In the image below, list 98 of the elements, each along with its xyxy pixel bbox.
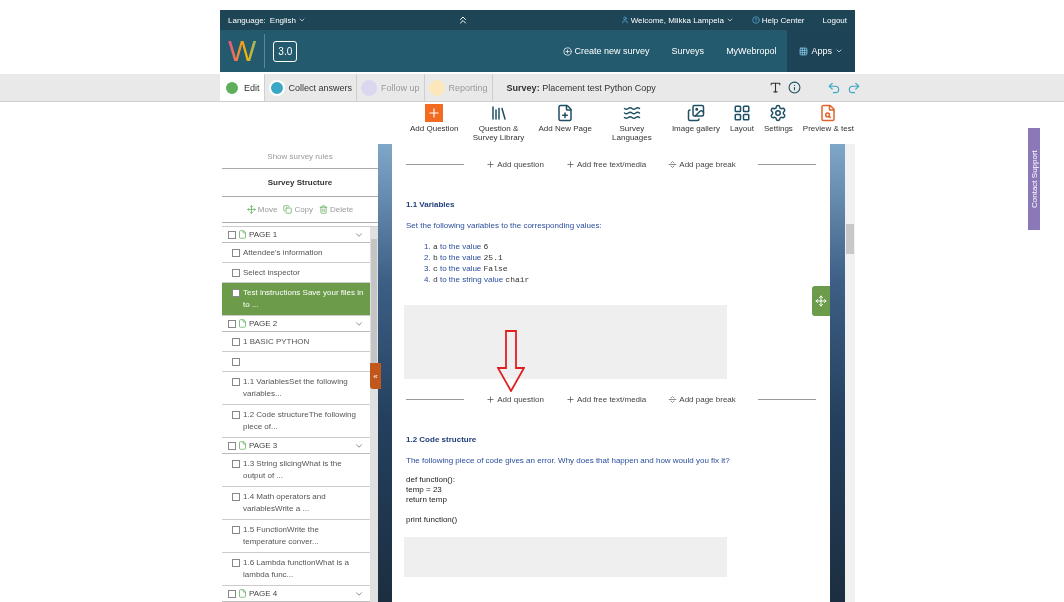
- page-break-icon: [668, 159, 678, 169]
- move-icon: [246, 205, 256, 214]
- page-icon: [238, 441, 247, 450]
- code-line: print function(): [406, 515, 459, 525]
- plus-icon: [565, 159, 575, 169]
- checkbox[interactable]: [232, 338, 240, 346]
- page-label: PAGE 1: [249, 230, 278, 239]
- move-handle[interactable]: [812, 286, 830, 316]
- copy-icon: [283, 205, 293, 214]
- mode-tab[interactable]: Collect answers: [264, 74, 358, 101]
- checkbox[interactable]: [228, 441, 236, 450]
- code-line: temp = 23: [406, 485, 443, 495]
- language-label: Language:: [228, 15, 266, 25]
- scrollbar[interactable]: [370, 227, 378, 602]
- checkbox[interactable]: [232, 411, 240, 419]
- checkbox[interactable]: [232, 559, 240, 567]
- checkbox[interactable]: [228, 589, 236, 598]
- checkbox[interactable]: [232, 289, 240, 297]
- toolbar-button[interactable]: Preview & test: [802, 104, 854, 133]
- survey-name: Survey: Placement test Python Copy: [506, 82, 656, 93]
- create-survey-link[interactable]: Create new survey: [551, 30, 661, 72]
- checkbox[interactable]: [232, 460, 240, 468]
- scrollbar[interactable]: [845, 144, 855, 602]
- page-label: PAGE 2: [249, 319, 278, 328]
- settings-icon: [769, 104, 788, 122]
- question-title: 1.1 Variables: [406, 200, 456, 209]
- help-icon: [751, 16, 760, 24]
- add-icon: [425, 104, 444, 122]
- caret-icon: [725, 16, 734, 24]
- list-item: 1. a to the value 6: [424, 242, 490, 252]
- books-icon: [489, 104, 508, 122]
- add-link[interactable]: Add question: [486, 394, 544, 404]
- checkbox[interactable]: [228, 230, 236, 239]
- toolbar-button[interactable]: Add New Page: [538, 104, 592, 133]
- page-icon: [238, 319, 247, 328]
- page-row[interactable]: PAGE 4: [222, 586, 370, 602]
- page-plus-icon: [556, 104, 575, 122]
- question-text: Set the following variables to the corresponding values:: [406, 221, 603, 230]
- trash-icon: [319, 205, 329, 214]
- undo-icon[interactable]: [827, 80, 841, 95]
- plus-icon: [486, 159, 496, 169]
- language-dropdown[interactable]: English: [269, 15, 307, 25]
- mode-tab[interactable]: Edit: [220, 74, 265, 101]
- toolbar-button[interactable]: Image gallery: [671, 104, 720, 133]
- toolbar-button[interactable]: Survey Languages: [601, 104, 662, 142]
- contact-support-tab[interactable]: Contact Support: [1028, 128, 1040, 230]
- question-title: 1.2 Code structure: [406, 435, 478, 444]
- page-icon: [238, 589, 247, 598]
- checkbox[interactable]: [232, 493, 240, 501]
- preview-icon: [819, 104, 838, 122]
- user-menu[interactable]: Welcome, Miikka Lampela: [620, 15, 734, 25]
- add-page-break-link[interactable]: Add page break: [668, 159, 736, 169]
- help-link[interactable]: Help Center: [751, 15, 805, 25]
- move-icon: [815, 295, 827, 307]
- toolbar-button[interactable]: Question & Survey Library: [468, 104, 529, 142]
- code-line: def function():: [406, 475, 456, 485]
- page-icon: [238, 230, 247, 239]
- down-arrow: [497, 330, 525, 392]
- toolbar-button[interactable]: Settings: [763, 104, 793, 133]
- list-item: 2. b to the value 25.1: [424, 253, 504, 263]
- page-label: PAGE 3: [249, 441, 278, 450]
- waves-icon: [622, 104, 641, 122]
- page-break-icon: [668, 394, 678, 404]
- redo-icon[interactable]: [847, 80, 861, 95]
- list-item: 3. c to the value False: [424, 264, 509, 274]
- version-badge: 3.0: [273, 40, 298, 62]
- checkbox[interactable]: [232, 526, 240, 534]
- plus-circle-icon: [562, 46, 572, 56]
- add-link[interactable]: Add question: [486, 159, 544, 169]
- plus-icon: [486, 394, 496, 404]
- toolbar-button[interactable]: Layout: [729, 104, 754, 133]
- info-icon[interactable]: [788, 81, 801, 94]
- layout-icon: [732, 104, 751, 122]
- apps-menu[interactable]: Apps: [787, 30, 855, 72]
- page-label: PAGE 4: [249, 589, 278, 598]
- code-line: return temp: [406, 495, 448, 505]
- checkbox[interactable]: [232, 269, 240, 277]
- grid-icon: [799, 46, 809, 56]
- user-icon: [620, 16, 629, 24]
- caret-icon: [835, 47, 843, 55]
- toolbar-button[interactable]: Add Question: [410, 104, 459, 133]
- images-icon: [686, 104, 705, 122]
- nav-link[interactable]: Surveys: [660, 30, 716, 72]
- nav-link[interactable]: MyWebropol: [715, 30, 788, 72]
- text-size-icon[interactable]: [769, 81, 782, 94]
- checkbox[interactable]: [228, 319, 236, 328]
- logout-link[interactable]: Logout: [822, 15, 847, 25]
- collapse-tab[interactable]: «: [370, 363, 381, 389]
- plus-icon: [565, 394, 575, 404]
- add-link[interactable]: Add free text/media: [565, 159, 647, 169]
- checkbox[interactable]: [232, 378, 240, 386]
- caret-icon: [298, 16, 307, 24]
- question-text: The following piece of code gives an error. Why does that happen and how would you fix it?: [406, 456, 731, 465]
- list-item: 4. d to the string value chair: [424, 275, 531, 285]
- checkbox[interactable]: [232, 358, 240, 366]
- add-page-break-link[interactable]: Add page break: [668, 394, 736, 404]
- checkbox[interactable]: [232, 249, 240, 257]
- add-link[interactable]: Add free text/media: [565, 394, 647, 404]
